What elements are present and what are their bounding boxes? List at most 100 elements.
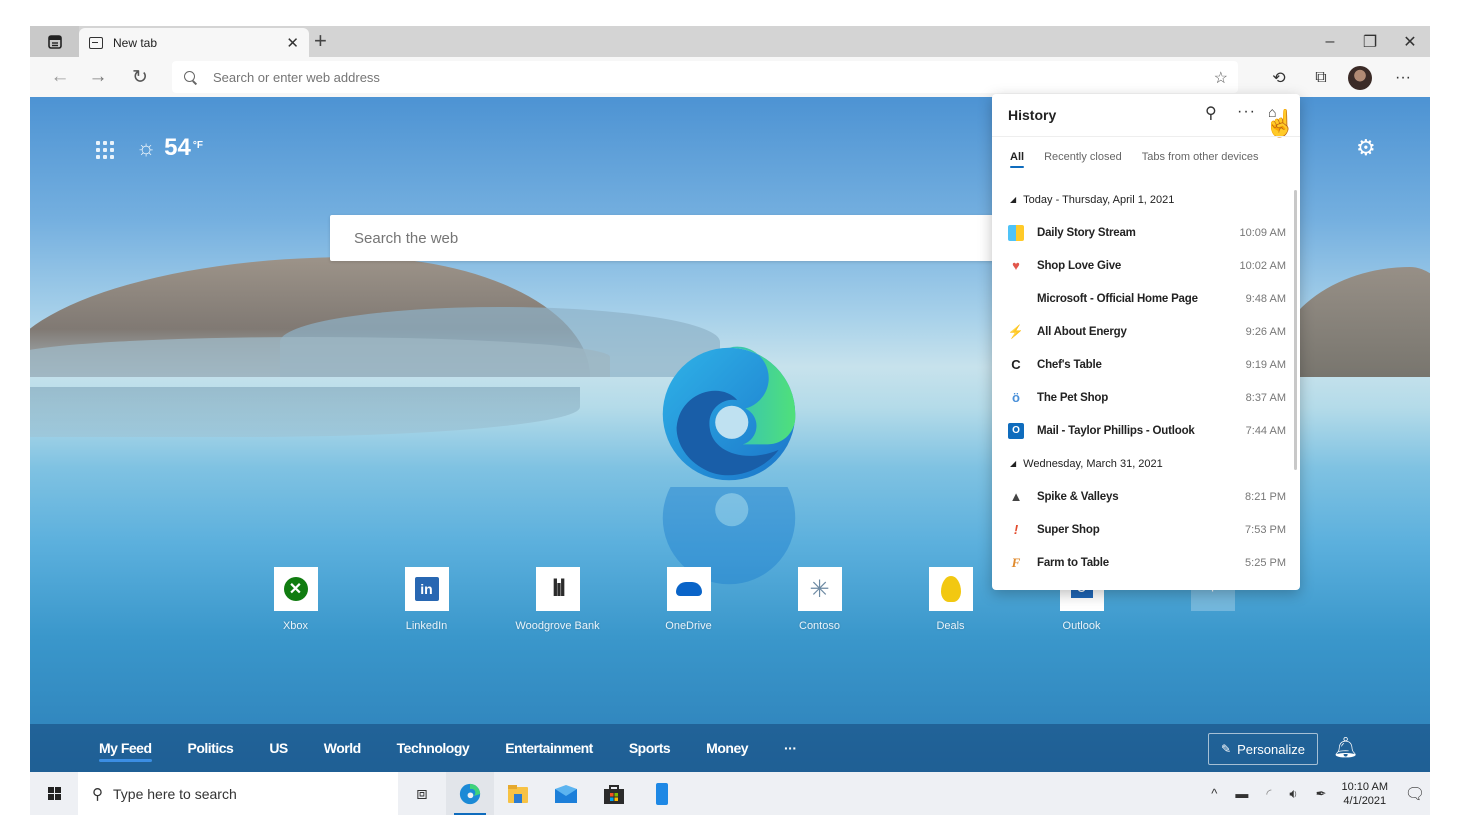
back-button[interactable]: ← <box>46 63 74 91</box>
taskbar-search[interactable]: ⚲ Type here to search <box>78 772 398 815</box>
pet-icon: ö <box>1012 390 1020 405</box>
web-search-input[interactable] <box>354 229 954 247</box>
close-button[interactable]: ✕ <box>1390 26 1430 57</box>
history-scrollbar[interactable] <box>1294 190 1297 470</box>
heart-icon: ♥ <box>1012 258 1020 273</box>
history-item-title: Shop Love Give <box>1037 259 1122 272</box>
quick-link-woodgrove-bank[interactable]: lıl Woodgrove Bank <box>492 567 623 632</box>
taskbar-file-explorer[interactable] <box>494 772 542 815</box>
windows-logo-icon <box>47 787 61 800</box>
news-tab-money[interactable]: Money <box>706 740 748 756</box>
minimize-button[interactable]: – <box>1310 26 1350 57</box>
settings-more-button[interactable]: ··· <box>1390 65 1416 91</box>
taskbar-mail[interactable] <box>542 772 590 815</box>
start-button[interactable] <box>30 772 78 815</box>
forward-button[interactable]: → <box>84 63 112 91</box>
weather-widget[interactable]: ☼ 54 °F <box>136 133 203 163</box>
news-tab-sports[interactable]: Sports <box>629 740 671 756</box>
history-item[interactable]: ▲ Spike & Valleys 8:21 PM <box>992 480 1292 513</box>
taskbar-apps: ⧈ <box>398 772 686 815</box>
history-more-icon[interactable]: ··· <box>1237 103 1256 121</box>
history-group-header[interactable]: ◢ Today - Thursday, April 1, 2021 <box>992 183 1292 216</box>
history-panel: History ⚲ ··· ⌂ ☝ All Recently closed Ta… <box>992 94 1300 590</box>
wifi-icon[interactable]: ◜ <box>1266 786 1271 802</box>
weather-temperature: 54 <box>164 134 191 161</box>
web-search-box[interactable] <box>330 215 1020 261</box>
quick-link-contoso[interactable]: ✳ Contoso <box>754 567 885 632</box>
personalize-button[interactable]: ✎ Personalize <box>1208 733 1318 765</box>
deals-icon <box>940 576 961 602</box>
pen-icon[interactable]: ✒ <box>1316 786 1327 802</box>
history-item-time: 9:48 AM <box>1245 292 1286 305</box>
profile-avatar[interactable] <box>1348 66 1372 90</box>
taskbar-store[interactable] <box>590 772 638 815</box>
collections-button[interactable]: ⧉ <box>1308 65 1334 91</box>
new-tab-button[interactable]: + <box>314 29 327 53</box>
store-icon <box>604 784 624 804</box>
taskbar-search-placeholder: Type here to search <box>113 785 237 802</box>
microsoft-icon <box>1008 291 1024 307</box>
task-view-button[interactable]: ⧈ <box>398 772 446 815</box>
tab-new-tab[interactable]: New tab ✕ <box>79 28 309 57</box>
taskbar-phone[interactable] <box>638 772 686 815</box>
history-search-icon[interactable]: ⚲ <box>1205 103 1217 123</box>
clock[interactable]: 10:10 AM 4/1/2021 <box>1342 780 1388 808</box>
action-center-icon[interactable]: 🗨︎ <box>1400 784 1430 804</box>
history-item[interactable]: ⚡ All About Energy 9:26 AM <box>992 315 1292 348</box>
news-tab-world[interactable]: World <box>324 740 361 756</box>
quick-link-onedrive[interactable]: OneDrive <box>623 567 754 632</box>
xbox-icon: ✕ <box>283 577 308 601</box>
restore-button[interactable]: ❐ <box>1350 26 1390 57</box>
battery-icon[interactable]: ▬ <box>1235 786 1248 801</box>
forward-arrow-icon: → <box>88 66 108 87</box>
newtab-icon <box>89 36 103 49</box>
history-title: History <box>1008 107 1057 123</box>
history-tab-all[interactable]: All <box>1010 151 1025 168</box>
tab-actions-button[interactable] <box>30 26 79 57</box>
farm-icon: F <box>1011 554 1021 570</box>
background-shore <box>30 387 580 437</box>
edge-logo <box>662 346 796 481</box>
show-hidden-icons-chevron-icon[interactable]: ^ <box>1211 786 1217 801</box>
page-settings-gear-icon[interactable]: ⚙ <box>1356 135 1376 161</box>
woodgrove-bank-icon: lıl <box>551 575 566 602</box>
quick-link-linkedin[interactable]: in LinkedIn <box>361 567 492 632</box>
news-tab-entertainment[interactable]: Entertainment <box>505 740 593 756</box>
more-icon: ··· <box>1395 69 1411 86</box>
pin-icon[interactable]: ⌂ <box>1268 104 1276 120</box>
history-item[interactable]: ö The Pet Shop 8:37 AM <box>992 381 1292 414</box>
news-tab-politics[interactable]: Politics <box>188 740 234 756</box>
quick-link-label: Outlook <box>1062 620 1101 632</box>
history-button[interactable]: ⟲ <box>1266 65 1292 91</box>
app-launcher-icon[interactable] <box>96 141 114 159</box>
news-tab-my-feed[interactable]: My Feed <box>99 740 152 762</box>
history-item[interactable]: O Mail - Taylor Phillips - Outlook 7:44 … <box>992 414 1292 447</box>
history-item[interactable]: Daily Story Stream 10:09 AM <box>992 216 1292 249</box>
address-input[interactable] <box>213 69 1113 85</box>
history-item[interactable]: ♥ Shop Love Give 10:02 AM <box>992 249 1292 282</box>
history-item[interactable]: C Chef's Table 9:19 AM <box>992 348 1292 381</box>
weather-unit: °F <box>192 140 203 151</box>
tab-bar: New tab ✕ + – ❐ ✕ <box>30 26 1430 57</box>
history-item[interactable]: F Farm to Table 5:25 PM <box>992 546 1292 579</box>
news-tab-more[interactable]: ··· <box>784 740 797 756</box>
history-group-header[interactable]: ◢ Wednesday, March 31, 2021 <box>992 447 1292 480</box>
quick-link-xbox[interactable]: ✕ Xbox <box>230 567 361 632</box>
notifications-bell-icon[interactable]: 🔔︎ <box>1333 735 1358 760</box>
news-tab-technology[interactable]: Technology <box>397 740 470 756</box>
history-item-title: Super Shop <box>1037 523 1100 536</box>
history-tab-recently-closed[interactable]: Recently closed <box>1044 151 1122 163</box>
refresh-button[interactable]: ↻ <box>126 63 154 91</box>
contoso-icon: ✳ <box>809 575 830 603</box>
search-icon: ⚲ <box>92 785 103 803</box>
history-item[interactable]: Microsoft - Official Home Page 9:48 AM <box>992 282 1292 315</box>
quick-link-label: Xbox <box>282 620 309 632</box>
volume-icon[interactable]: 🔉︎ <box>1289 786 1297 802</box>
history-item[interactable]: ! Super Shop 7:53 PM <box>992 513 1292 546</box>
address-bar[interactable]: ☆ <box>172 61 1238 93</box>
news-tab-us[interactable]: US <box>269 740 288 756</box>
taskbar-edge[interactable] <box>446 772 494 815</box>
tab-close-icon[interactable]: ✕ <box>286 34 299 52</box>
history-tab-other-devices[interactable]: Tabs from other devices <box>1142 151 1259 163</box>
add-favorite-icon[interactable]: ☆ <box>1214 68 1228 88</box>
